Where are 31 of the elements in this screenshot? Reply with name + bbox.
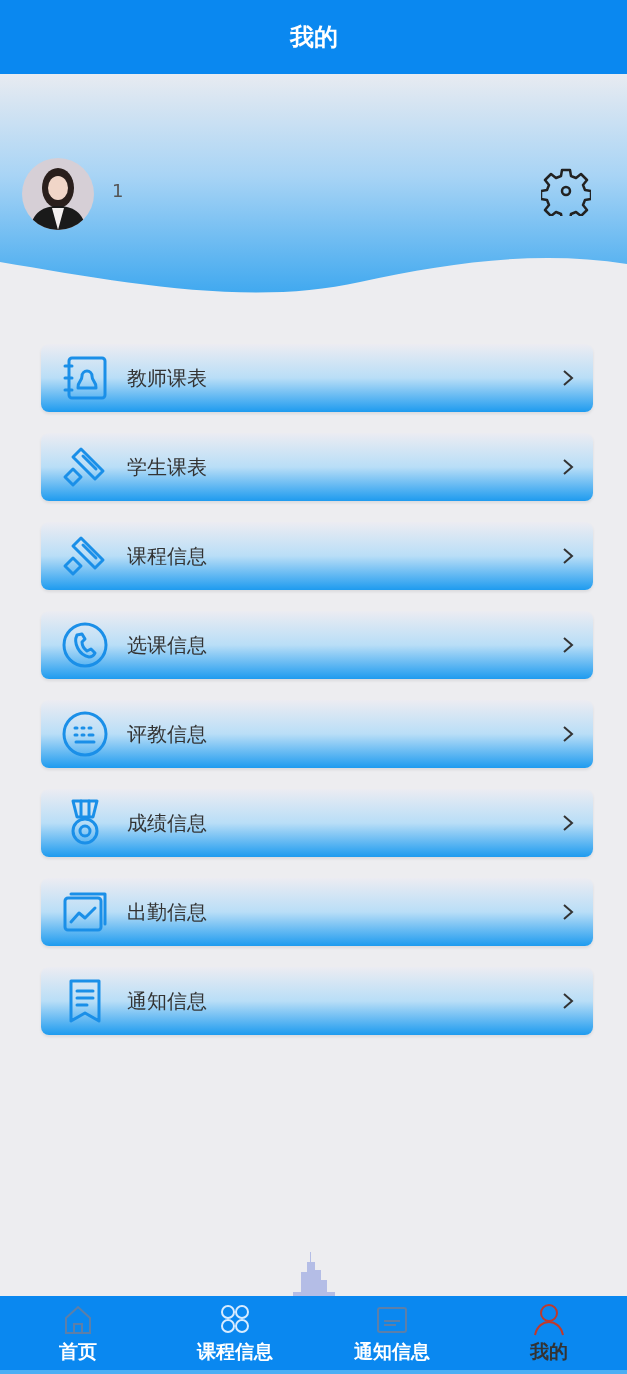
chevron-right-icon (561, 458, 575, 476)
menu-item-label: 成绩信息 (127, 809, 208, 837)
building-icon (290, 1252, 337, 1296)
chevron-right-icon (561, 992, 575, 1010)
menu-item[interactable]: 教师课表 (41, 344, 593, 412)
menu-item-label: 选课信息 (127, 631, 208, 659)
chevron-right-icon (561, 814, 575, 832)
menu-item-label: 通知信息 (127, 987, 208, 1015)
username: 1 (112, 180, 124, 201)
chevron-right-icon (561, 547, 575, 565)
chevron-right-icon (561, 369, 575, 387)
chevron-right-icon (561, 636, 575, 654)
menu-item-label: 学生课表 (127, 453, 208, 481)
menu-item-label: 课程信息 (127, 542, 208, 570)
menu-item[interactable]: 课程信息 (41, 522, 593, 590)
menu-item[interactable]: 成绩信息 (41, 789, 593, 857)
menu-item[interactable]: 学生课表 (41, 433, 593, 501)
menu-item-label: 出勤信息 (127, 898, 208, 926)
page-title: 我的 (289, 22, 338, 53)
menu-item[interactable]: 出勤信息 (41, 878, 593, 946)
chevron-right-icon (561, 725, 575, 743)
menu-item-label: 教师课表 (127, 364, 208, 392)
menu-item-label: 评教信息 (127, 720, 208, 748)
chevron-right-icon (561, 903, 575, 921)
menu-item[interactable]: 评教信息 (41, 700, 593, 768)
tab[interactable]: 课程信息 (156, 1296, 314, 1370)
menu-item[interactable]: 选课信息 (41, 611, 593, 679)
menu-item[interactable]: 通知信息 (41, 967, 593, 1035)
tab[interactable]: 首页 (0, 1296, 157, 1370)
settings-icon[interactable] (541, 166, 591, 216)
tab[interactable]: 通知信息 (313, 1296, 471, 1370)
